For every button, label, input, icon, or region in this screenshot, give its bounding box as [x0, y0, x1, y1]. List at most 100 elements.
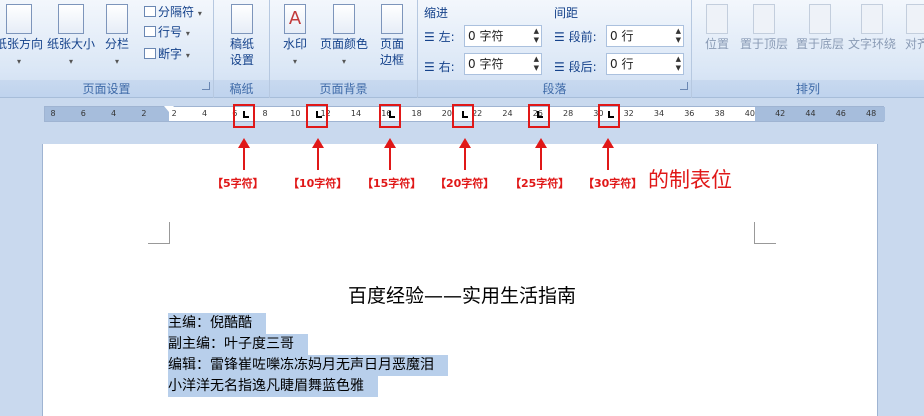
columns-label: 分栏 — [104, 37, 129, 51]
size-button[interactable]: 纸张大小 ▾ — [46, 4, 96, 70]
position-button[interactable]: 位置 — [700, 4, 734, 52]
spacing-before-icon: ☰ — [554, 30, 565, 44]
indent-right-label: ☰ 右: — [424, 58, 455, 75]
spacing-after-spinner[interactable]: ▲ ▼ — [676, 55, 681, 73]
page-borders-icon — [381, 4, 403, 34]
text-wrap-label: 文字环绕 — [847, 37, 896, 51]
indent-left-field[interactable]: 0 字符 ▲ ▼ — [464, 25, 542, 47]
position-label: 位置 — [704, 37, 729, 51]
text-wrap-icon — [861, 4, 883, 34]
group-label-manuscript: 稿纸 — [214, 80, 269, 97]
bring-front-button[interactable]: 置于顶层 — [736, 4, 792, 52]
orientation-icon — [6, 4, 32, 34]
up-arrow-icon — [238, 138, 250, 170]
ribbon: 纸张方向 ▾ 纸张大小 ▾ 分栏 ▾ 分隔符 ▾ 行号 ▾ 断字 ▾ 页面设置 稿纸 … — [0, 0, 924, 98]
spacing-before-spinner[interactable]: ▲ ▼ — [676, 27, 681, 45]
group-arrange: 位置 置于顶层 置于底层 文字环绕 对齐 排列 — [692, 0, 924, 98]
document-line[interactable]: 编辑：雷锋崔咗嚛冻冻妈月无声日月恶魔泪 — [168, 355, 448, 376]
indent-left-spinner[interactable]: ▲ ▼ — [534, 27, 539, 45]
size-label: 纸张大小 — [46, 37, 95, 51]
columns-button[interactable]: 分栏 ▾ — [100, 4, 134, 70]
hyphenation-icon — [144, 48, 156, 59]
ruler-tick-label: 36 — [684, 109, 695, 118]
send-back-button[interactable]: 置于底层 — [792, 4, 848, 52]
manuscript-icon — [231, 4, 253, 34]
page-borders-button[interactable]: 页面 边框 — [374, 4, 410, 68]
ruler-tick-label: 38 — [714, 109, 725, 118]
indent-right-icon: ☰ — [424, 60, 435, 74]
ruler-tick-label: 46 — [835, 109, 846, 118]
group-paragraph: 缩进 间距 ☰ 左: 0 字符 ▲ ▼ ☰ 右: 0 字符 ▲ ▼ ☰ 段前: 0 … — [418, 0, 692, 98]
text-wrap-button[interactable]: 文字环绕 — [844, 4, 900, 52]
tab-highlight-box — [233, 104, 255, 128]
page-color-label: 页面颜色 — [319, 37, 368, 51]
spacing-before-text: 段前: — [568, 30, 597, 44]
send-back-label: 置于底层 — [795, 37, 844, 51]
indent-right-spinner[interactable]: ▲ ▼ — [534, 55, 539, 73]
page-color-button[interactable]: 页面颜色 ▾ — [316, 4, 372, 70]
tab-annotation-label: 【25字符】 — [510, 177, 570, 190]
tab-stops-callout: 的制表位 — [648, 168, 732, 192]
page-color-icon — [333, 4, 355, 34]
manuscript-settings-button[interactable]: 稿纸 设置 — [222, 4, 262, 68]
spacing-before-label: ☰ 段前: — [554, 28, 597, 45]
hyphenation-button[interactable]: 断字 ▾ — [144, 46, 190, 64]
indent-left-label: ☰ 左: — [424, 28, 455, 45]
send-back-icon — [809, 4, 831, 34]
align-button[interactable]: 对齐 — [902, 4, 924, 52]
ruler-tick-label: 42 — [775, 109, 786, 118]
paragraph-launcher-icon[interactable] — [680, 82, 688, 90]
tab-annotation-label: 【20字符】 — [435, 177, 495, 190]
breaks-button[interactable]: 分隔符 ▾ — [144, 4, 202, 22]
indent-heading: 缩进 — [424, 6, 449, 20]
spacing-after-icon: ☰ — [554, 60, 565, 74]
columns-icon — [106, 4, 128, 34]
group-label-page-setup: 页面设置 — [0, 80, 213, 97]
watermark-button[interactable]: A 水印 ▾ — [278, 4, 312, 70]
spacing-after-label: ☰ 段后: — [554, 58, 597, 75]
spacing-before-field[interactable]: 0 行 ▲ ▼ — [606, 25, 684, 47]
crop-mark-left — [148, 222, 170, 244]
ruler-tick-label: 6 — [80, 109, 86, 118]
ruler-left-margin — [45, 107, 169, 121]
manuscript-label-1: 稿纸 — [229, 37, 254, 51]
group-manuscript: 稿纸 设置 稿纸 — [214, 0, 270, 98]
indent-left-text: 左: — [438, 30, 455, 44]
group-label-arrange: 排列 — [692, 80, 924, 97]
group-label-paragraph: 段落 — [418, 80, 691, 97]
indent-left-icon: ☰ — [424, 30, 435, 44]
orientation-button[interactable]: 纸张方向 ▾ — [0, 4, 44, 70]
indent-right-value: 0 字符 — [468, 57, 504, 71]
line-numbers-button[interactable]: 行号 ▾ — [144, 24, 190, 42]
group-label-page-background: 页面背景 — [270, 80, 417, 97]
indent-right-text: 右: — [438, 60, 455, 74]
line-numbers-icon — [144, 26, 156, 37]
ruler-tick-label: 14 — [350, 109, 362, 118]
tab-highlight-box — [598, 104, 620, 128]
page-borders-label-2: 边框 — [379, 53, 404, 67]
ruler-tick-label: 4 — [201, 109, 208, 118]
tab-annotation-label: 【5字符】 — [212, 177, 264, 190]
ruler-tick-label: 40 — [744, 109, 755, 118]
ruler-tick-label: 18 — [411, 109, 422, 118]
spacing-after-field[interactable]: 0 行 ▲ ▼ — [606, 53, 684, 75]
page-setup-launcher-icon[interactable] — [202, 82, 210, 90]
indent-right-field[interactable]: 0 字符 ▲ ▼ — [464, 53, 542, 75]
group-page-background: A 水印 ▾ 页面颜色 ▾ 页面 边框 页面背景 — [270, 0, 418, 98]
document-line[interactable]: 副主编：叶子度三哥 — [168, 334, 308, 355]
document-line[interactable]: 小洋洋无名指逸凡睫眉舞蓝色雅 — [168, 376, 378, 397]
align-label: 对齐 — [904, 37, 924, 51]
first-line-indent-marker[interactable] — [164, 106, 174, 112]
spacing-after-text: 段后: — [568, 60, 597, 74]
line-numbers-label: 行号 — [158, 25, 183, 39]
ruler-tick-label: 4 — [111, 109, 117, 118]
document-line[interactable]: 主编：倪酷酷 — [168, 313, 266, 334]
align-icon — [906, 4, 924, 34]
crop-mark-right — [754, 222, 776, 244]
paper-size-icon — [58, 4, 84, 34]
manuscript-label-2: 设置 — [229, 53, 254, 67]
ruler-tick-label: 2 — [141, 109, 147, 118]
spacing-heading: 间距 — [554, 6, 579, 20]
bring-front-icon — [753, 4, 775, 34]
up-arrow-icon — [535, 138, 547, 170]
